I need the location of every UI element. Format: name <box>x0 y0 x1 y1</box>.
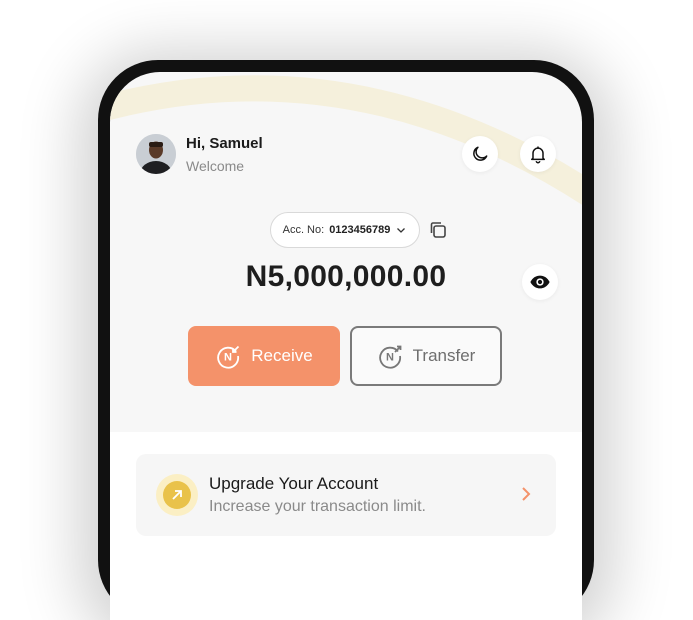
lower-panel: Upgrade Your Account Increase your trans… <box>110 432 582 620</box>
upgrade-account-card[interactable]: Upgrade Your Account Increase your trans… <box>136 454 556 536</box>
chevron-right-icon <box>522 487 531 501</box>
notifications-button[interactable] <box>520 136 556 172</box>
receive-button[interactable]: N Receive <box>188 326 340 386</box>
balance-amount: N5,000,000.00 <box>245 260 447 293</box>
toggle-balance-visibility-button[interactable] <box>522 264 558 300</box>
moon-icon <box>473 146 488 161</box>
chevron-down-icon <box>397 228 406 233</box>
greeting-subtitle: Welcome <box>186 158 245 174</box>
account-selector[interactable]: Acc. No: 0123456789 <box>270 212 420 248</box>
arrow-up-right-icon <box>172 490 182 500</box>
naira-transfer-icon: N <box>378 345 402 369</box>
avatar-image <box>136 134 176 174</box>
naira-receive-icon: N <box>217 345 240 369</box>
copy-icon[interactable] <box>428 220 448 240</box>
svg-text:N: N <box>386 352 394 364</box>
upgrade-icon-badge <box>156 474 198 516</box>
account-label: Acc. No: <box>282 224 325 236</box>
avatar[interactable] <box>136 134 176 174</box>
account-number: 0123456789 <box>329 224 391 236</box>
transfer-label: Transfer <box>412 346 476 365</box>
bell-icon <box>531 146 545 164</box>
transfer-button[interactable]: N Transfer <box>350 326 502 386</box>
greeting-name: Hi, Samuel <box>186 135 263 152</box>
svg-text:N: N <box>224 352 232 364</box>
upgrade-subtitle: Increase your transaction limit. <box>209 498 426 515</box>
theme-toggle-button[interactable] <box>462 136 498 172</box>
upgrade-title: Upgrade Your Account <box>209 474 379 493</box>
app-screen: Hi, Samuel Welcome Acc. No: 0123456789 N… <box>110 72 582 620</box>
phone-frame: Hi, Samuel Welcome Acc. No: 0123456789 N… <box>98 60 594 620</box>
eye-icon <box>530 275 550 289</box>
receive-label: Receive <box>251 346 313 365</box>
